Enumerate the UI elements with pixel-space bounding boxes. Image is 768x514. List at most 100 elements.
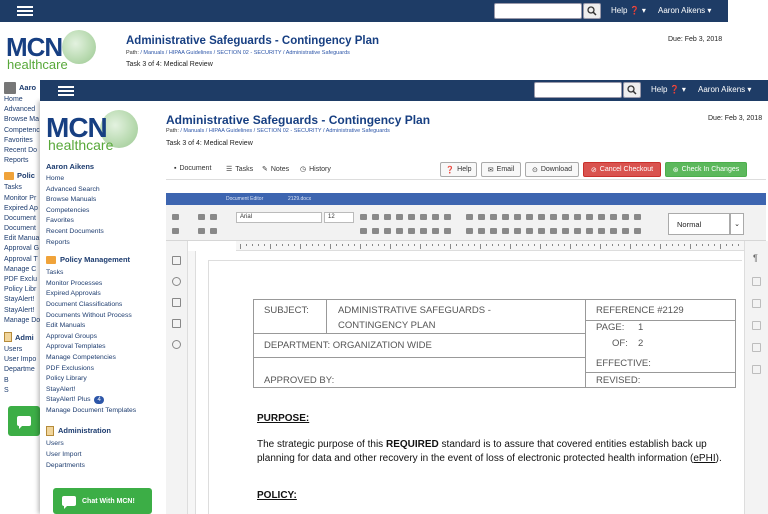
font-size-select[interactable]: 12 xyxy=(324,212,354,223)
toolbar-tool-icon[interactable] xyxy=(502,228,509,234)
email-button[interactable]: ✉ Email xyxy=(481,162,521,177)
toolbar-tool-icon[interactable] xyxy=(478,214,485,220)
back-sidebar-item[interactable]: Approval T xyxy=(0,255,42,265)
back-sidebar-item[interactable]: Policy Libr xyxy=(0,285,42,295)
toolbar-tool-icon[interactable] xyxy=(622,228,629,234)
tab-notes[interactable]: ✎ Notes xyxy=(262,165,289,174)
toolbar-tool-icon[interactable] xyxy=(478,228,485,234)
tab-tasks[interactable]: ☰ Tasks xyxy=(226,165,253,174)
toolbar-tool-icon[interactable] xyxy=(408,228,415,234)
search-input[interactable] xyxy=(534,82,622,98)
toolbar-tool-icon[interactable] xyxy=(610,228,617,234)
toolbar-tool-icon[interactable] xyxy=(538,228,545,234)
page-icon[interactable] xyxy=(172,256,181,265)
back-sidebar-item[interactable]: Home xyxy=(0,95,42,105)
toolbar-tool-icon[interactable] xyxy=(538,214,545,220)
toolbar-tool-icon[interactable] xyxy=(466,228,473,234)
toolbar-tool-icon[interactable] xyxy=(432,228,439,234)
search-icon[interactable] xyxy=(172,277,181,286)
sidebar-item[interactable]: Favorites xyxy=(40,216,158,227)
font-select[interactable]: Arial xyxy=(236,212,322,223)
back-sidebar-item[interactable]: Users xyxy=(0,345,42,355)
table-icon[interactable] xyxy=(752,299,761,308)
sidebar-item[interactable]: StayAlert! xyxy=(40,385,158,396)
toolbar-tool-icon[interactable] xyxy=(562,228,569,234)
toolbar-tool-icon[interactable] xyxy=(384,228,391,234)
back-sidebar-item[interactable]: Competenc xyxy=(0,126,42,136)
toolbar-tool-icon[interactable] xyxy=(210,214,217,220)
sidebar-item[interactable]: Approval Groups xyxy=(40,332,158,343)
toolbar-tool-icon[interactable] xyxy=(634,214,641,220)
sidebar-item[interactable]: Manage Competencies xyxy=(40,353,158,364)
help-button[interactable]: ❓ Help xyxy=(440,162,477,177)
path-link[interactable]: / HIPAA Guidelines xyxy=(206,128,252,134)
sidebar-item[interactable]: Competencies xyxy=(40,206,158,217)
toolbar-tool-icon[interactable] xyxy=(396,214,403,220)
sidebar-item[interactable]: Documents Without Process xyxy=(40,311,158,322)
back-sidebar-user[interactable]: Aaro xyxy=(0,80,42,95)
toolbar-tool-icon[interactable] xyxy=(550,214,557,220)
sidebar-item[interactable]: Recent Documents xyxy=(40,227,158,238)
toolbar-tool-icon[interactable] xyxy=(372,228,379,234)
back-search-input[interactable] xyxy=(494,3,582,19)
shape-icon[interactable] xyxy=(752,321,761,330)
toolbar-tool-icon[interactable] xyxy=(574,214,581,220)
back-sidebar-item[interactable]: S xyxy=(0,386,42,396)
toolbar-tool-icon[interactable] xyxy=(634,228,641,234)
tab-document[interactable]: ▪ Document xyxy=(174,165,211,172)
back-sidebar-item[interactable]: Document xyxy=(0,214,42,224)
toolbar-tool-icon[interactable] xyxy=(562,214,569,220)
toolbar-tool-icon[interactable] xyxy=(172,228,179,234)
toolbar-tool-icon[interactable] xyxy=(622,214,629,220)
toolbar-tool-icon[interactable] xyxy=(360,214,367,220)
path-link[interactable]: / SECTION 02 - SECURITY xyxy=(214,50,282,56)
toolbar-tool-icon[interactable] xyxy=(514,214,521,220)
path-link[interactable]: / Administrative Safeguards xyxy=(323,128,390,134)
style-dropdown-arrow-icon[interactable]: ⌄ xyxy=(730,213,744,235)
back-sidebar-item[interactable]: Recent Do xyxy=(0,146,42,156)
sidebar-item-manage-templates[interactable]: Manage Document Templates xyxy=(40,406,158,417)
toolbar-tool-icon[interactable] xyxy=(526,228,533,234)
back-sidebar-item[interactable]: Favorites xyxy=(0,136,42,146)
back-sidebar-item[interactable]: PDF Exclu xyxy=(0,275,42,285)
comment-icon[interactable] xyxy=(172,298,181,307)
back-sidebar-item[interactable]: Advanced xyxy=(0,105,42,115)
sidebar-item[interactable]: Approval Templates xyxy=(40,342,158,353)
back-sidebar-item[interactable]: Monitor Pr xyxy=(0,194,42,204)
sidebar-item[interactable]: Users xyxy=(40,439,158,450)
back-sidebar-item[interactable]: Manage Do xyxy=(0,316,42,326)
back-sidebar-item[interactable]: Browse Ma xyxy=(0,115,42,125)
toolbar-tool-icon[interactable] xyxy=(444,214,451,220)
back-menu-icon[interactable] xyxy=(17,6,33,16)
back-chat-button[interactable] xyxy=(8,406,40,436)
sidebar-item[interactable]: Browse Manuals xyxy=(40,195,158,206)
back-search-button[interactable] xyxy=(583,3,601,19)
toolbar-tool-icon[interactable] xyxy=(384,214,391,220)
path-link[interactable]: / Manuals xyxy=(180,128,204,134)
toolbar-tool-icon[interactable] xyxy=(490,228,497,234)
toolbar-tool-icon[interactable] xyxy=(198,214,205,220)
sidebar-item[interactable]: User Import xyxy=(40,450,158,461)
chart-icon[interactable] xyxy=(752,343,761,352)
toolbar-tool-icon[interactable] xyxy=(502,214,509,220)
sidebar-item[interactable]: Edit Manuals xyxy=(40,321,158,332)
toolbar-tool-icon[interactable] xyxy=(550,228,557,234)
toolbar-tool-icon[interactable] xyxy=(210,228,217,234)
toolbar-tool-icon[interactable] xyxy=(514,228,521,234)
toolbar-tool-icon[interactable] xyxy=(420,214,427,220)
cancel-checkout-button[interactable]: ⊘ Cancel Checkout xyxy=(583,162,661,177)
path-link[interactable]: / Administrative Safeguards xyxy=(283,50,350,56)
toolbar-tool-icon[interactable] xyxy=(466,214,473,220)
back-sidebar-item[interactable]: Approval G xyxy=(0,244,42,254)
search-button[interactable] xyxy=(623,82,641,98)
sidebar-item-stayalert-plus[interactable]: StayAlert! Plus 4 xyxy=(40,395,158,406)
toolbar-tool-icon[interactable] xyxy=(408,214,415,220)
toolbar-tool-icon[interactable] xyxy=(526,214,533,220)
back-sidebar-item[interactable]: Departme xyxy=(0,365,42,375)
toolbar-tool-icon[interactable] xyxy=(432,214,439,220)
sidebar-item[interactable]: Expired Approvals xyxy=(40,289,158,300)
back-sidebar-item[interactable]: B xyxy=(0,376,42,386)
toolbar-tool-icon[interactable] xyxy=(360,228,367,234)
toolbar-tool-icon[interactable] xyxy=(396,228,403,234)
image-icon[interactable] xyxy=(752,277,761,286)
